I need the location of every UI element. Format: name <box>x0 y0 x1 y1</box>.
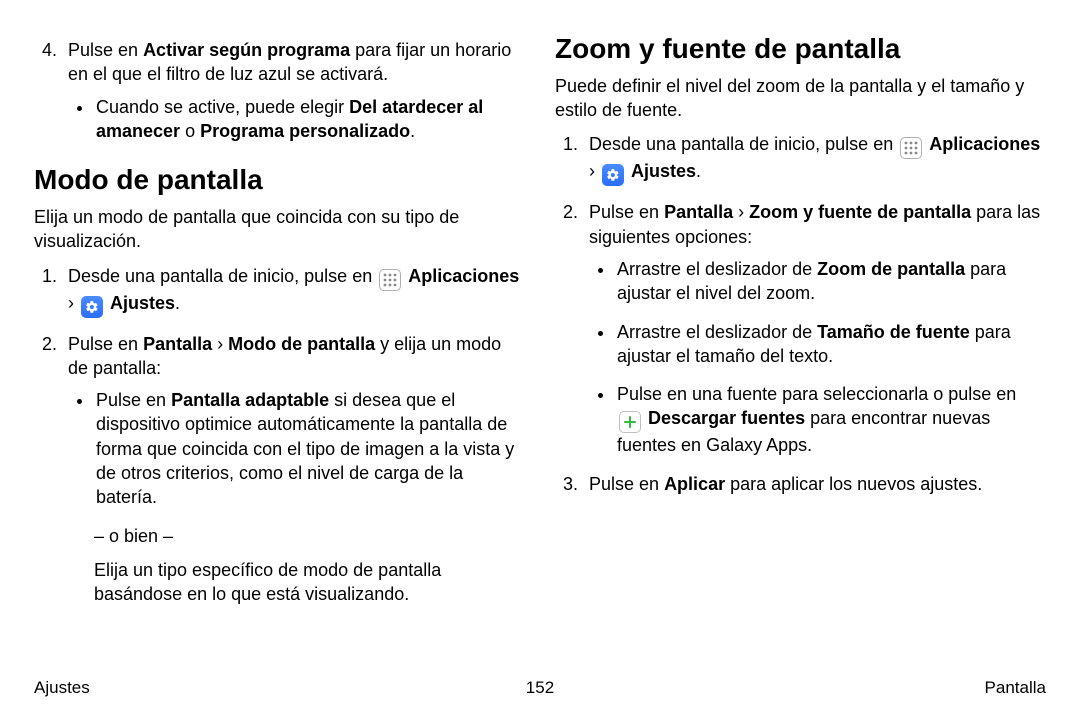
bold: Pantalla <box>664 202 733 222</box>
lead-text: Elija un modo de pantalla que coincida c… <box>34 205 525 254</box>
bold: Ajustes <box>631 161 696 181</box>
text: . <box>175 293 180 313</box>
left-steps: Desde una pantalla de inicio, pulse en A… <box>34 264 525 607</box>
download-plus-icon <box>619 411 641 433</box>
bold: Modo de pantalla <box>228 334 375 354</box>
footer-left: Ajustes <box>34 677 371 700</box>
text: Cuando se active, puede elegir <box>96 97 349 117</box>
text: . <box>410 121 415 141</box>
list-item: Cuando se active, puede elegir Del atard… <box>94 95 525 144</box>
right-steps: Desde una pantalla de inicio, pulse en A… <box>555 132 1046 496</box>
right-column: Zoom y fuente de pantalla Puede definir … <box>555 30 1046 677</box>
footer-page-number: 152 <box>371 677 708 700</box>
chevron: › <box>212 334 228 354</box>
bold: Zoom de pantalla <box>817 259 965 279</box>
bold: Aplicar <box>664 474 725 494</box>
bold: Aplicaciones <box>929 134 1040 154</box>
list-item: Arrastre el deslizador de Tamaño de fuen… <box>615 320 1046 369</box>
text: para aplicar los nuevos ajustes. <box>725 474 982 494</box>
apps-grid-icon <box>900 137 922 159</box>
text: Arrastre el deslizador de <box>617 322 817 342</box>
list-item: Pulse en Pantalla › Zoom y fuente de pan… <box>583 200 1046 457</box>
bold: Aplicaciones <box>408 266 519 286</box>
apps-grid-icon <box>379 269 401 291</box>
text: Pulse en <box>589 474 664 494</box>
sub-list: Cuando se active, puede elegir Del atard… <box>68 95 525 144</box>
bold: Pantalla <box>143 334 212 354</box>
lead-text: Puede definir el nivel del zoom de la pa… <box>555 74 1046 123</box>
bold: Pantalla adaptable <box>171 390 329 410</box>
settings-gear-icon <box>81 296 103 318</box>
list-item: Pulse en Activar según programa para fij… <box>62 38 525 143</box>
text: Pulse en <box>68 334 143 354</box>
text: . <box>696 161 701 181</box>
sub-list: Arrastre el deslizador de Zoom de pantal… <box>589 257 1046 458</box>
chevron: › <box>733 202 749 222</box>
bold: Activar según programa <box>143 40 350 60</box>
list-item: Desde una pantalla de inicio, pulse en A… <box>62 264 525 318</box>
text: o <box>180 121 200 141</box>
text: Arrastre el deslizador de <box>617 259 817 279</box>
page: Pulse en Activar según programa para fij… <box>0 0 1080 720</box>
settings-gear-icon <box>602 164 624 186</box>
text: Desde una pantalla de inicio, pulse en <box>68 266 377 286</box>
footer-right: Pantalla <box>709 677 1046 700</box>
list-item: Desde una pantalla de inicio, pulse en A… <box>583 132 1046 186</box>
page-footer: Ajustes 152 Pantalla <box>34 677 1046 720</box>
heading-modo-de-pantalla: Modo de pantalla <box>34 161 525 199</box>
list-item: Arrastre el deslizador de Zoom de pantal… <box>615 257 1046 306</box>
list-item: Pulse en Pantalla › Modo de pantalla y e… <box>62 332 525 607</box>
or-divider: – o bien – <box>68 524 525 548</box>
bold: Programa personalizado <box>200 121 410 141</box>
left-column: Pulse en Activar según programa para fij… <box>34 30 525 677</box>
text: Desde una pantalla de inicio, pulse en <box>589 134 898 154</box>
list-item: Pulse en Pantalla adaptable si desea que… <box>94 388 525 509</box>
chevron: › <box>68 293 79 313</box>
heading-zoom-fuente: Zoom y fuente de pantalla <box>555 30 1046 68</box>
left-top-list: Pulse en Activar según programa para fij… <box>34 38 525 143</box>
bold: Zoom y fuente de pantalla <box>749 202 971 222</box>
bold: Descargar fuentes <box>648 408 805 428</box>
bold: Tamaño de fuente <box>817 322 970 342</box>
chevron: › <box>589 161 600 181</box>
list-item: Pulse en Aplicar para aplicar los nuevos… <box>583 472 1046 496</box>
bold: Ajustes <box>110 293 175 313</box>
columns: Pulse en Activar según programa para fij… <box>34 30 1046 677</box>
text: Pulse en <box>68 40 143 60</box>
text: Pulse en una fuente para seleccionarla o… <box>617 384 1016 404</box>
text: Pulse en <box>96 390 171 410</box>
after-text: Elija un tipo específico de modo de pant… <box>68 558 525 607</box>
sub-list: Pulse en Pantalla adaptable si desea que… <box>68 388 525 509</box>
list-item: Pulse en una fuente para seleccionarla o… <box>615 382 1046 458</box>
text: Pulse en <box>589 202 664 222</box>
